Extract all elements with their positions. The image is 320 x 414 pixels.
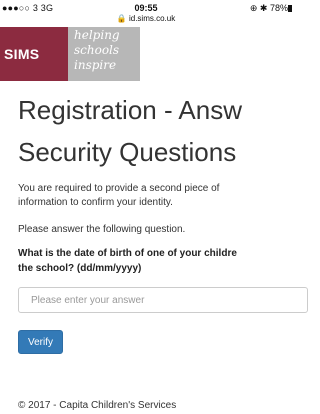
- security-question-line2: the school? (dd/mm/yyyy): [18, 263, 142, 274]
- page-title: Registration - Answ: [18, 95, 242, 125]
- logo-tagline-line: schools: [74, 43, 120, 57]
- instruction-text: Please answer the following question.: [18, 224, 186, 235]
- logo-tagline-line: helping: [74, 28, 120, 42]
- intro-text: You are required to provide a second pie…: [18, 183, 220, 194]
- security-question: What is the date of birth of one of your…: [18, 248, 237, 259]
- footer-copyright: © 2017 - Capita Children's Services: [18, 400, 177, 411]
- intro-text-line2: information to confirm your identity.: [18, 197, 173, 208]
- logo-brand-block: SIMS: [0, 27, 68, 81]
- answer-input[interactable]: [18, 287, 308, 313]
- page-title-line2: Security Questions: [18, 137, 237, 167]
- clock: 09:55: [134, 3, 158, 13]
- sims-logo[interactable]: SIMS helping schools inspire: [0, 27, 140, 81]
- logo-brand-text: SIMS: [4, 46, 40, 62]
- battery-icon: [288, 5, 292, 12]
- battery-percent: ⊕ ✱ 78%: [249, 3, 288, 13]
- logo-tagline-block: helping schools inspire: [68, 27, 140, 81]
- status-indicators: ⊕ ✱ 78%: [250, 3, 292, 14]
- address-url[interactable]: 🔒 id.sims.co.uk: [0, 14, 292, 23]
- logo-tagline-line: inspire: [74, 58, 117, 72]
- verify-button[interactable]: Verify: [18, 330, 63, 354]
- status-bar: ●●●○○ 3 3G 09:55 🔒 id.sims.co.uk ⊕ ✱ 78%: [0, 0, 292, 26]
